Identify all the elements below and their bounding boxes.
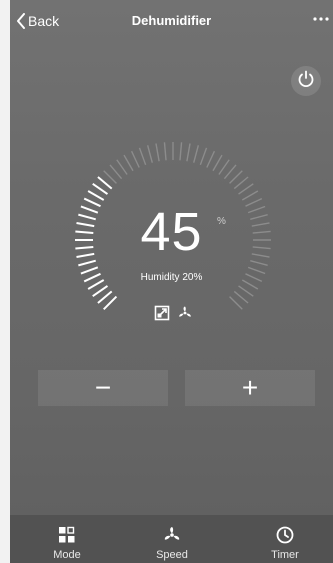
mode-icon <box>57 525 77 545</box>
dial-tick <box>233 176 249 190</box>
fan-icon <box>177 305 193 321</box>
dial-tick <box>223 164 237 180</box>
current-humidity-label: Humidity 20% <box>140 272 203 283</box>
bottom-nav: Mode Speed Timer <box>10 515 333 563</box>
power-button[interactable] <box>291 66 321 96</box>
dial-tick <box>138 147 147 166</box>
dial-tick <box>212 154 223 172</box>
dial-tick <box>241 190 259 201</box>
dial-tick <box>233 290 249 304</box>
dial-tick <box>130 150 140 168</box>
dial-tick-active <box>97 176 113 190</box>
device-screen: Back Dehumidifier 45 % Humidity 20% − + … <box>10 0 333 563</box>
dial-tick <box>179 142 183 161</box>
header-bar: Back Dehumidifier <box>10 0 333 42</box>
dial-tick-active <box>97 290 113 304</box>
dial-tick <box>123 154 134 172</box>
dial-tick-active <box>102 295 118 311</box>
nav-timer-label: Timer <box>271 549 299 561</box>
dial-tick <box>116 159 128 175</box>
fan-icon <box>162 525 182 545</box>
dial-tick <box>238 285 254 297</box>
nav-speed-label: Speed <box>156 549 188 561</box>
humidity-unit: % <box>217 216 226 227</box>
page-title: Dehumidifier <box>131 13 212 28</box>
dial-tick <box>109 164 123 180</box>
nav-mode[interactable]: Mode <box>27 515 107 563</box>
dial-tick-active <box>92 285 109 298</box>
dial-tick <box>206 150 216 168</box>
dial-tick-active <box>87 190 105 201</box>
dial-tick <box>229 296 243 310</box>
dial-tick <box>155 143 160 162</box>
increase-button[interactable]: + <box>185 370 315 406</box>
nav-timer[interactable]: Timer <box>245 515 325 563</box>
dial-tick <box>199 147 208 166</box>
dial-tick <box>146 145 153 163</box>
dial-tick-active <box>92 182 109 195</box>
humidity-value: 45 <box>140 202 203 262</box>
ellipsis-icon <box>311 16 331 33</box>
dial-tick <box>186 143 191 162</box>
power-icon <box>297 70 315 93</box>
dial-tick <box>103 170 117 184</box>
nav-speed[interactable]: Speed <box>132 515 212 563</box>
clock-icon <box>275 525 295 545</box>
dial-tick <box>229 170 243 184</box>
dehumidify-mode-icon <box>154 305 170 321</box>
more-button[interactable] <box>311 9 331 29</box>
dial-tick <box>163 142 167 161</box>
dial-tick <box>193 145 200 163</box>
decrease-button[interactable]: − <box>38 370 168 406</box>
dial-tick <box>218 159 230 175</box>
dial-tick <box>238 183 254 195</box>
nav-mode-label: Mode <box>53 549 81 561</box>
